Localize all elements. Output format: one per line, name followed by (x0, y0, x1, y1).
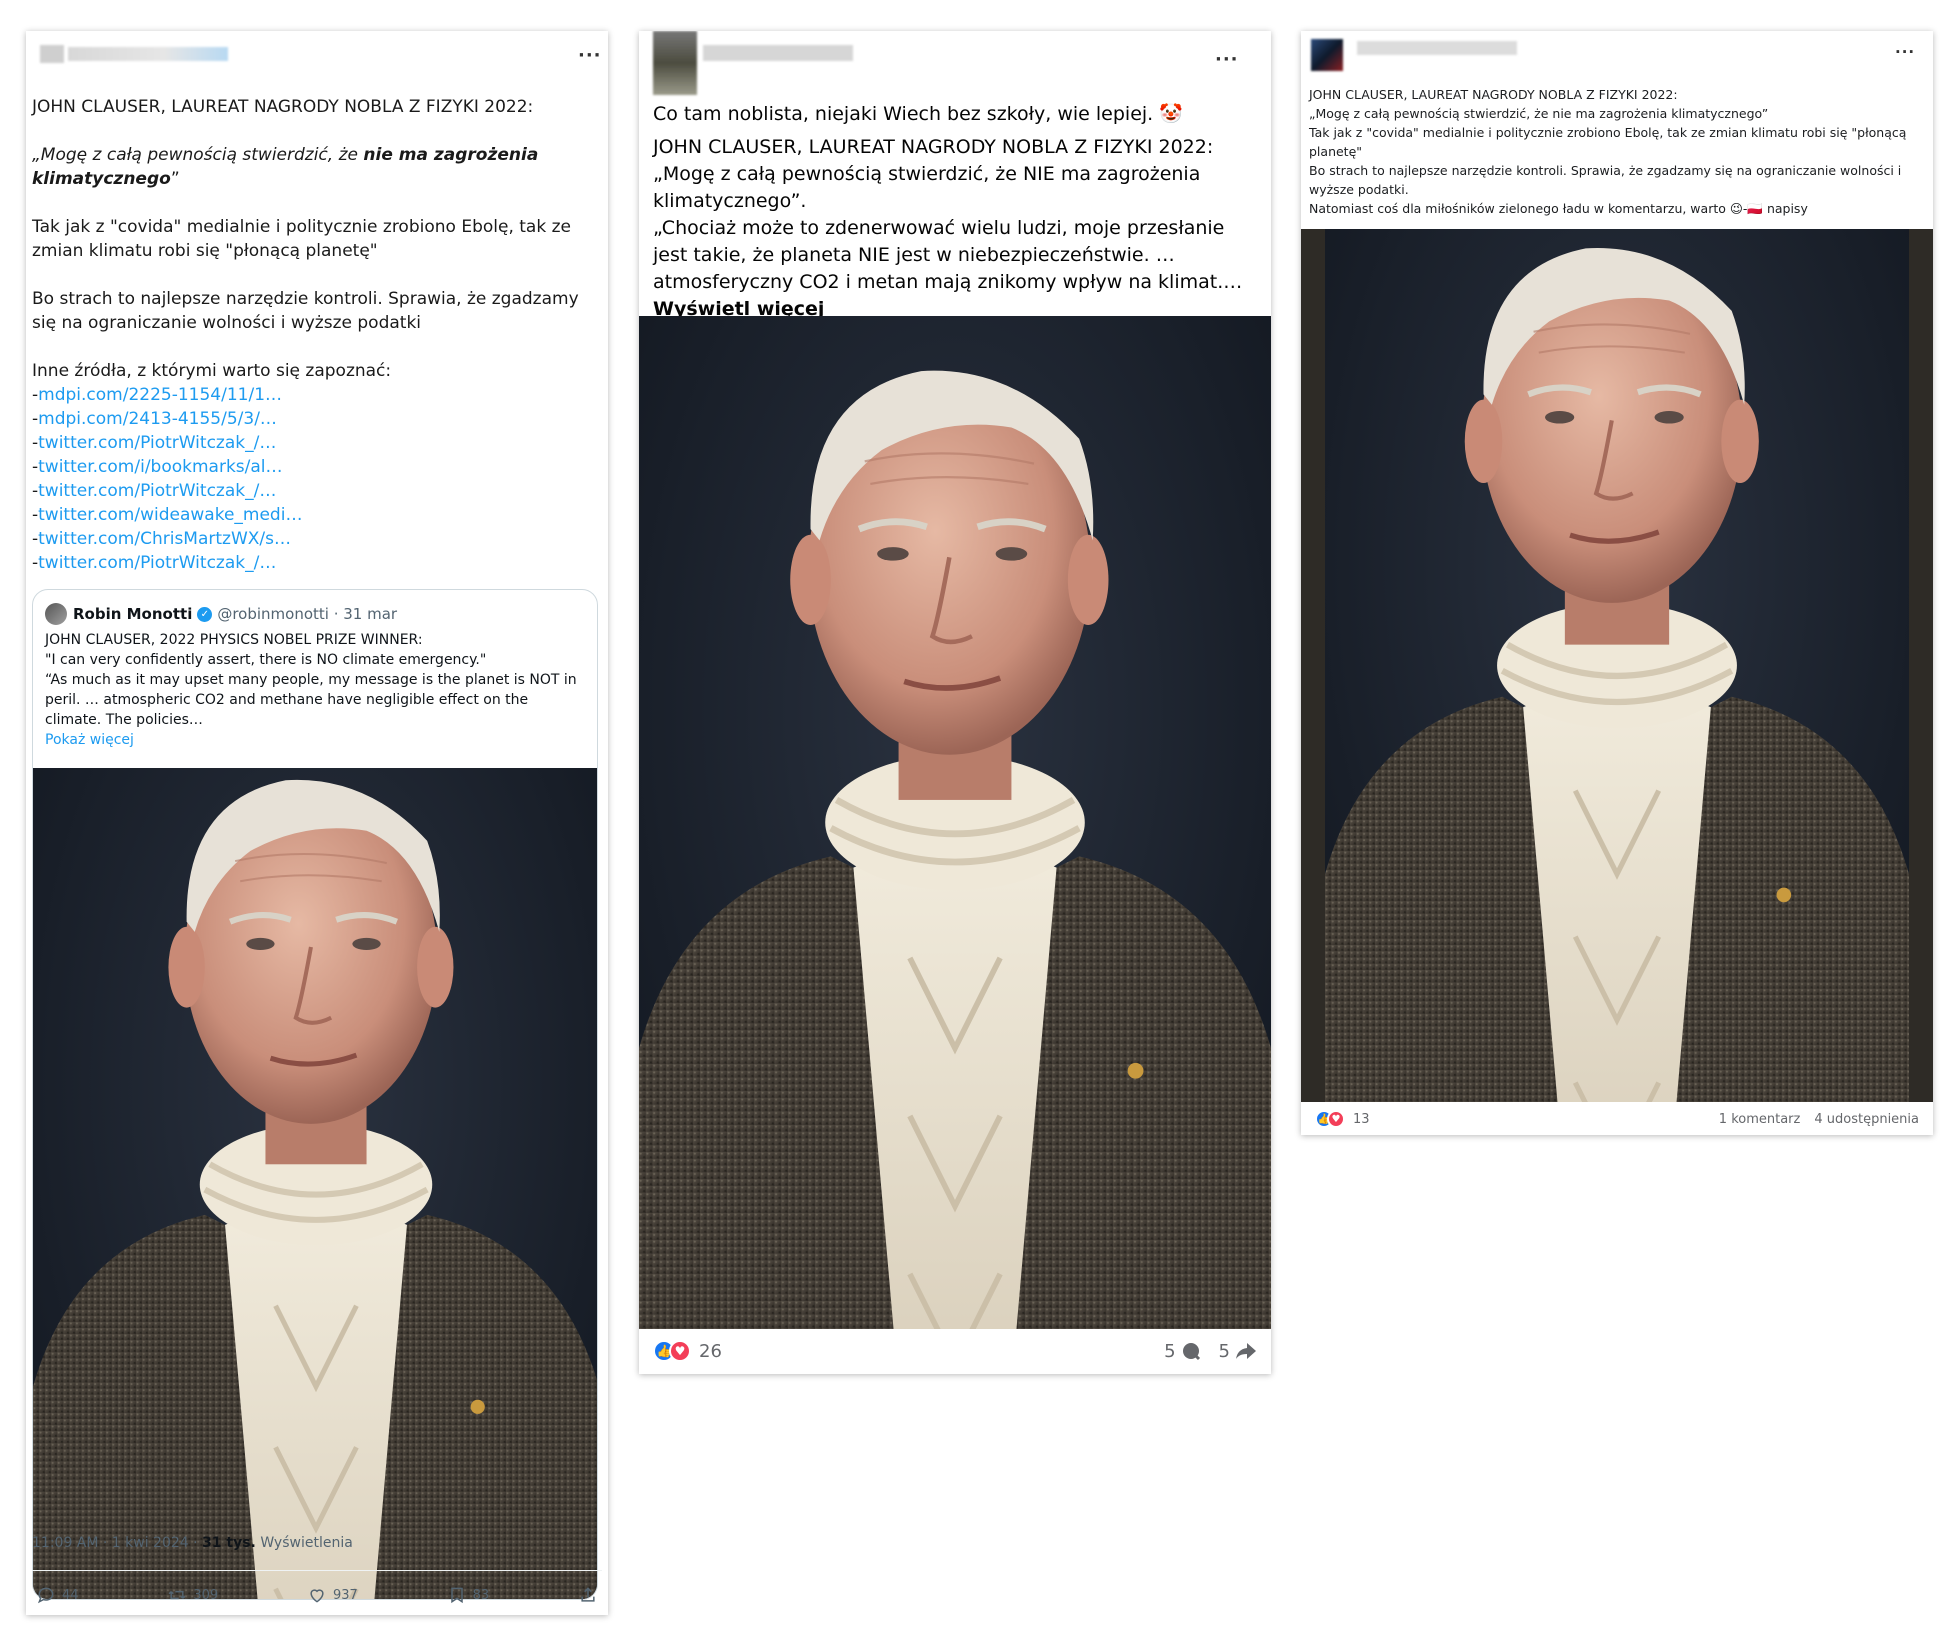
author-avatar[interactable] (1311, 39, 1343, 71)
post-line: Natomiast coś dla miłośników zielonego ł… (1309, 199, 1919, 218)
tweet-meta: 11:09 AM · 1 kwi 2024 · 31 tys. Wyświetl… (32, 1535, 353, 1551)
comments-button[interactable]: 5 (1164, 1341, 1200, 1362)
share-count: 5 (1218, 1340, 1230, 1362)
quoted-author-handle: @robinmonotti · 31 mar (217, 605, 398, 623)
comment-icon (1182, 1343, 1200, 1361)
quoted-tweet-header: Robin Monotti ✓ @robinmonotti · 31 mar (45, 603, 397, 625)
shares-button[interactable]: 5 (1219, 1341, 1257, 1362)
love-reaction-icon: ♥ (1327, 1110, 1345, 1128)
reactions[interactable]: 👍 ♥ 13 (1315, 1110, 1370, 1128)
post-line-text: napisy (1762, 201, 1808, 216)
more-options-icon[interactable]: ··· (1215, 49, 1239, 70)
post-intro: Co tam noblista, niejaki Wiech bez szkoł… (653, 103, 1183, 125)
post-quote-1: „Mogę z całą pewnością stwierdzić, że NI… (653, 163, 1201, 212)
retweet-count: 309 (193, 1587, 219, 1603)
tweet-link[interactable]: -twitter.com/wideawake_medi… (32, 503, 592, 527)
post-photo[interactable] (639, 316, 1271, 1329)
post-photo[interactable] (1301, 229, 1933, 1102)
wink-flag-emoji: 😉-🇵🇱 (1729, 201, 1763, 216)
quoted-line: "I can very confidently assert, there is… (45, 652, 487, 668)
share-button[interactable] (578, 1585, 598, 1605)
tweet-timestamp[interactable]: 11:09 AM · 1 kwi 2024 · (32, 1535, 202, 1551)
post-quote-2-text: „Chociaż może to zdenerwować wielu ludzi… (653, 217, 1243, 293)
post-line: „Mogę z całą pewnością stwierdzić, że ni… (1309, 106, 1769, 121)
post-headline: JOHN CLAUSER, LAUREAT NAGRODY NOBLA Z FI… (653, 136, 1214, 158)
reaction-count: 26 (699, 1340, 722, 1362)
tweet-link[interactable]: -mdpi.com/2413-4155/5/3/… (32, 407, 592, 431)
bookmark-count: 83 (472, 1587, 490, 1603)
quoted-tweet-text: JOHN CLAUSER, 2022 PHYSICS NOBEL PRIZE W… (45, 630, 585, 750)
tweet-link[interactable]: -twitter.com/i/bookmarks/al… (32, 455, 592, 479)
share-arrow-icon (1236, 1343, 1256, 1359)
views-label: Wyświetlenia (255, 1535, 353, 1551)
reply-button[interactable]: 44 (36, 1585, 79, 1605)
tweet-quote: „Mogę z całą pewnością stwierdzić, że ni… (32, 143, 592, 191)
views-count: 31 tys. (202, 1535, 256, 1551)
reaction-count: 13 (1353, 1111, 1370, 1127)
post-quote-2: „Chociaż może to zdenerwować wielu ludzi… (653, 215, 1261, 323)
more-options-icon[interactable]: ··· (578, 45, 602, 66)
author-name-redacted (1357, 41, 1517, 55)
quoted-tweet[interactable]: Robin Monotti ✓ @robinmonotti · 31 mar J… (32, 589, 598, 1600)
tweet-headline: JOHN CLAUSER, LAUREAT NAGRODY NOBLA Z FI… (32, 97, 534, 117)
show-more-link[interactable]: Pokaż więcej (45, 730, 585, 750)
heart-icon (310, 1589, 324, 1603)
post-text: Co tam noblista, niejaki Wiech bez szkoł… (653, 101, 1261, 323)
quoted-line: JOHN CLAUSER, 2022 PHYSICS NOBEL PRIZE W… (45, 632, 423, 648)
tweet-link[interactable]: -twitter.com/PiotrWitczak_/… (32, 431, 592, 455)
like-button[interactable]: 937 (307, 1585, 358, 1605)
tweet-actions: 44 309 937 83 (32, 1583, 602, 1607)
comment-count: 5 (1164, 1340, 1176, 1362)
tweet-quote-open: „Mogę z całą pewnością stwierdzić, że (32, 145, 364, 165)
post-line: Bo strach to najlepsze narzędzie kontrol… (1309, 163, 1902, 197)
author-avatar[interactable] (653, 31, 697, 95)
reply-count: 44 (62, 1587, 79, 1603)
post-line-text: Natomiast coś dla miłośników zielonego ł… (1309, 201, 1730, 216)
verified-badge-icon: ✓ (197, 606, 213, 622)
author-name-redacted (68, 47, 228, 61)
tweet-paragraph-2: Bo strach to najlepsze narzędzie kontrol… (32, 289, 579, 333)
love-reaction-icon: ♥ (669, 1340, 691, 1362)
post-line: Tak jak z "covida" medialnie i polityczn… (1309, 125, 1907, 159)
reactions[interactable]: 👍 ♥ 26 (653, 1340, 722, 1362)
retweet-icon (168, 1590, 186, 1600)
like-count: 937 (333, 1587, 358, 1603)
tweet-sources-intro: Inne źródła, z którymi warto się zapozna… (32, 361, 392, 381)
tweet-paragraph-1: Tak jak z "covida" medialnie i polityczn… (32, 217, 571, 261)
share-icon (581, 1587, 595, 1602)
reply-icon (37, 1587, 54, 1604)
bookmark-button[interactable]: 83 (447, 1585, 490, 1605)
divider (32, 1570, 602, 1571)
facebook-post-card: ··· Co tam noblista, niejaki Wiech bez s… (639, 31, 1271, 1374)
post-line: JOHN CLAUSER, LAUREAT NAGRODY NOBLA Z FI… (1309, 87, 1678, 102)
bookmark-icon (450, 1587, 463, 1604)
more-options-icon[interactable]: ··· (1895, 43, 1915, 61)
author-name-redacted (703, 45, 853, 61)
quoted-line: “As much as it may upset many people, my… (45, 672, 577, 728)
tweet-text: JOHN CLAUSER, LAUREAT NAGRODY NOBLA Z FI… (32, 95, 592, 575)
quoted-author-name[interactable]: Robin Monotti (73, 604, 192, 624)
author-avatar[interactable] (40, 45, 64, 63)
post-text: JOHN CLAUSER, LAUREAT NAGRODY NOBLA Z FI… (1309, 85, 1919, 218)
comments-link[interactable]: 1 komentarz (1719, 1112, 1801, 1127)
tweet-link[interactable]: -mdpi.com/2225-1154/11/1… (32, 383, 592, 407)
tweet-link[interactable]: -twitter.com/ChrisMartzWX/s… (32, 527, 592, 551)
facebook-post-card-small: ··· JOHN CLAUSER, LAUREAT NAGRODY NOBLA … (1301, 31, 1933, 1135)
post-footer: 👍 ♥ 13 1 komentarz 4 udostępnienia (1315, 1110, 1919, 1128)
tweet-link[interactable]: -twitter.com/PiotrWitczak_/… (32, 479, 592, 503)
tweet-card: ··· JOHN CLAUSER, LAUREAT NAGRODY NOBLA … (26, 31, 608, 1615)
retweet-button[interactable]: 309 (167, 1585, 218, 1605)
post-footer: 👍 ♥ 26 5 5 (653, 1340, 1257, 1362)
shares-link[interactable]: 4 udostępnienia (1814, 1112, 1919, 1127)
tweet-quote-close: ” (170, 169, 180, 189)
quoted-tweet-photo[interactable] (33, 768, 598, 1600)
tweet-link[interactable]: -twitter.com/PiotrWitczak_/… (32, 551, 592, 575)
quoted-author-avatar[interactable] (45, 603, 67, 625)
